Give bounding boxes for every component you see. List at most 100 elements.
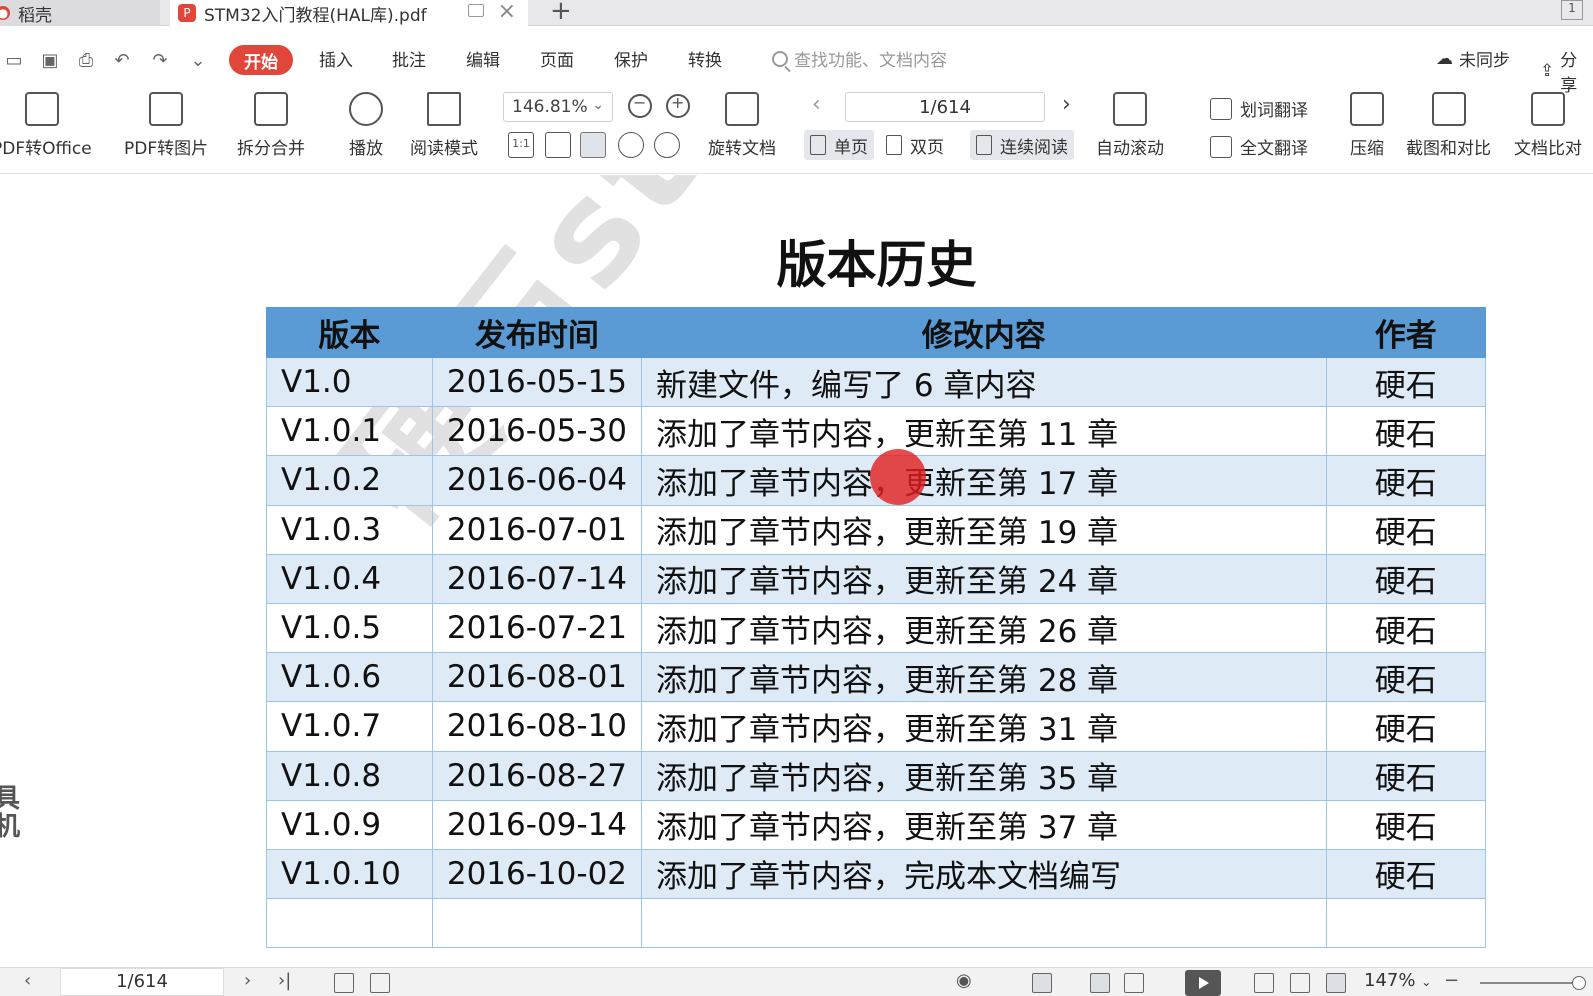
actual-size-icon[interactable]: 1:1 — [508, 132, 534, 158]
fit-width-status-icon[interactable] — [1326, 973, 1346, 993]
translate-icon — [1210, 97, 1232, 120]
window-count-badge[interactable]: 1 — [1561, 0, 1583, 20]
forward-icon[interactable] — [370, 973, 390, 993]
single-status-icon[interactable] — [1090, 973, 1110, 993]
new-tab-button[interactable]: + — [550, 0, 572, 26]
header-version: 版本 — [266, 307, 433, 358]
pdf-to-image-label: PDF转图片 — [124, 139, 209, 159]
table-row: V1.0.8 2016-08-27 添加了章节内容，更新至第 35 章硬石 — [266, 750, 1487, 801]
side-overlay-line-1: 具 — [0, 784, 21, 814]
screenshot-compare-button[interactable]: 截图和对比 — [1406, 92, 1491, 159]
word-translate-button[interactable]: 划词翻译 — [1210, 96, 1308, 121]
sync-status[interactable]: ☁ 未同步 — [1436, 46, 1510, 72]
play-icon — [349, 92, 383, 126]
next-page-status-icon[interactable]: › — [244, 970, 251, 991]
page-input[interactable]: 1/614 — [845, 92, 1045, 122]
header-content: 修改内容 — [641, 307, 1327, 358]
cell-content: 新建文件，编写了 6 章内容 — [641, 356, 1327, 408]
status-zoom-value: 147% — [1364, 970, 1416, 991]
cloud-icon: ☁ — [1436, 48, 1453, 69]
eye-protection-icon[interactable]: ◉ — [956, 970, 972, 991]
table-row: V1.0 2016-05-15 新建文件，编写了 6 章内容 硬石 — [266, 356, 1487, 408]
doc-compare-button[interactable]: 文档比对 — [1514, 92, 1582, 159]
cell-date: 2016-08-10 — [431, 701, 643, 752]
cell-author: 硬石 — [1325, 602, 1487, 654]
menu-protect[interactable]: 保护 — [614, 46, 648, 71]
full-translate-label: 全文翻译 — [1240, 139, 1308, 159]
sync-label: 未同步 — [1459, 51, 1510, 71]
print-icon[interactable]: ⎙ — [74, 48, 98, 72]
menu-insert[interactable]: 插入 — [319, 46, 353, 71]
customize-dropdown-icon[interactable]: ⌄ — [186, 48, 210, 72]
rotate-doc-button[interactable]: 旋转文档 — [708, 92, 776, 159]
table-header-row: 版本 发布时间 修改内容 作者 — [266, 307, 1487, 358]
open-folder-icon[interactable]: ▭ — [2, 48, 26, 72]
tab-home[interactable]: ● 稻壳 — [0, 0, 160, 26]
menu-start[interactable]: 开始 — [229, 45, 293, 75]
next-page-icon[interactable]: › — [1062, 92, 1071, 117]
prev-page-status-icon[interactable]: ‹ — [24, 970, 31, 991]
cell-version: V1.0.9 — [266, 799, 433, 850]
side-overlay-text: 具机 — [0, 785, 20, 841]
zoom-select[interactable]: 146.81% ⌄ — [503, 92, 613, 122]
continuous-status-icon[interactable] — [1032, 973, 1052, 993]
status-zoom[interactable]: 147% ⌄ — [1364, 970, 1431, 991]
save-icon[interactable]: ▣ — [38, 48, 62, 72]
table-body: V1.0 2016-05-15 新建文件，编写了 6 章内容 硬石 V1.0.1 2016… — [266, 356, 1487, 949]
actual-size-status-icon[interactable] — [1254, 973, 1274, 993]
fit-page-status-icon[interactable] — [1290, 973, 1310, 993]
undo-icon[interactable]: ↶ — [110, 48, 134, 72]
zoom-out-status-icon[interactable]: − — [1444, 970, 1459, 991]
fit-width-icon[interactable] — [580, 132, 606, 158]
zoom-out-icon[interactable]: − — [628, 93, 652, 118]
zoom-in-icon[interactable]: + — [666, 93, 690, 118]
full-translate-button[interactable]: 全文翻译 — [1210, 134, 1308, 159]
double-status-icon[interactable] — [1124, 973, 1144, 993]
pdf-page: 硬石stm 版本历史 版本 发布时间 修改内容 作者 V1.0 2016-05-1… — [0, 175, 1593, 967]
tab-document[interactable]: P STM32入门教程(HAL库).pdf × — [170, 0, 528, 26]
cell-date: 2016-05-15 — [431, 356, 643, 408]
redo-icon[interactable]: ↷ — [148, 48, 172, 72]
double-page-icon — [886, 135, 902, 155]
pdf-to-image-button[interactable]: PDF转图片 — [124, 92, 208, 159]
image-icon — [149, 92, 184, 126]
screen-icon[interactable] — [468, 4, 484, 17]
cell-content: 添加了章节内容，更新至第 26 章 — [641, 602, 1327, 654]
menu-edit[interactable]: 编辑 — [466, 46, 500, 71]
double-page-button[interactable]: 双页 — [880, 130, 950, 160]
menu-convert[interactable]: 转换 — [688, 46, 722, 71]
rotate-right-icon[interactable] — [654, 132, 680, 158]
play-button[interactable]: 播放 — [349, 92, 383, 159]
single-page-button[interactable]: 单页 — [804, 130, 874, 160]
double-page-label: 双页 — [910, 137, 944, 158]
ribbon-toolbar: PDF转Office PDF转图片 拆分合并 播放 阅读模式 146.81% ⌄… — [0, 86, 1593, 174]
status-page-input[interactable]: 1/614 — [60, 968, 224, 996]
menu-annotate[interactable]: 批注 — [392, 46, 426, 71]
close-icon[interactable]: × — [498, 0, 516, 24]
fit-page-icon[interactable] — [545, 132, 571, 158]
search-box[interactable]: 查找功能、文档内容 — [772, 46, 947, 71]
table-row: V1.0.7 2016-08-10 添加了章节内容，更新至第 31 章硬石 — [266, 701, 1487, 752]
cell-author: 硬石 — [1325, 848, 1487, 900]
cell-date: 2016-07-21 — [431, 602, 643, 654]
cell-author: 硬石 — [1325, 799, 1487, 850]
single-page-icon — [810, 135, 826, 155]
continuous-read-button[interactable]: 连续阅读 — [970, 130, 1074, 160]
back-icon[interactable] — [334, 973, 354, 993]
split-merge-button[interactable]: 拆分合并 — [237, 92, 305, 159]
pdf-to-office-button[interactable]: PDF转Office — [0, 92, 92, 159]
prev-page-icon[interactable]: ‹ — [812, 92, 821, 117]
search-placeholder: 查找功能、文档内容 — [794, 51, 947, 71]
document-viewport[interactable]: 硬石stm 版本历史 版本 发布时间 修改内容 作者 V1.0 2016-05-1… — [0, 175, 1593, 967]
cell-content: 添加了章节内容，更新至第 24 章 — [641, 553, 1327, 604]
compress-button[interactable]: 压缩 — [1350, 92, 1384, 159]
play-status-icon[interactable] — [1185, 970, 1221, 996]
rotate-left-icon[interactable] — [618, 132, 644, 158]
auto-scroll-button[interactable]: 自动滚动 — [1096, 92, 1164, 159]
zoom-slider[interactable] — [1480, 976, 1586, 990]
read-mode-button[interactable]: 阅读模式 — [410, 92, 478, 159]
doc-compare-label: 文档比对 — [1514, 139, 1582, 159]
last-page-icon[interactable]: ›| — [278, 970, 291, 991]
menu-page[interactable]: 页面 — [540, 46, 574, 71]
chevron-down-icon: ⌄ — [592, 97, 604, 113]
